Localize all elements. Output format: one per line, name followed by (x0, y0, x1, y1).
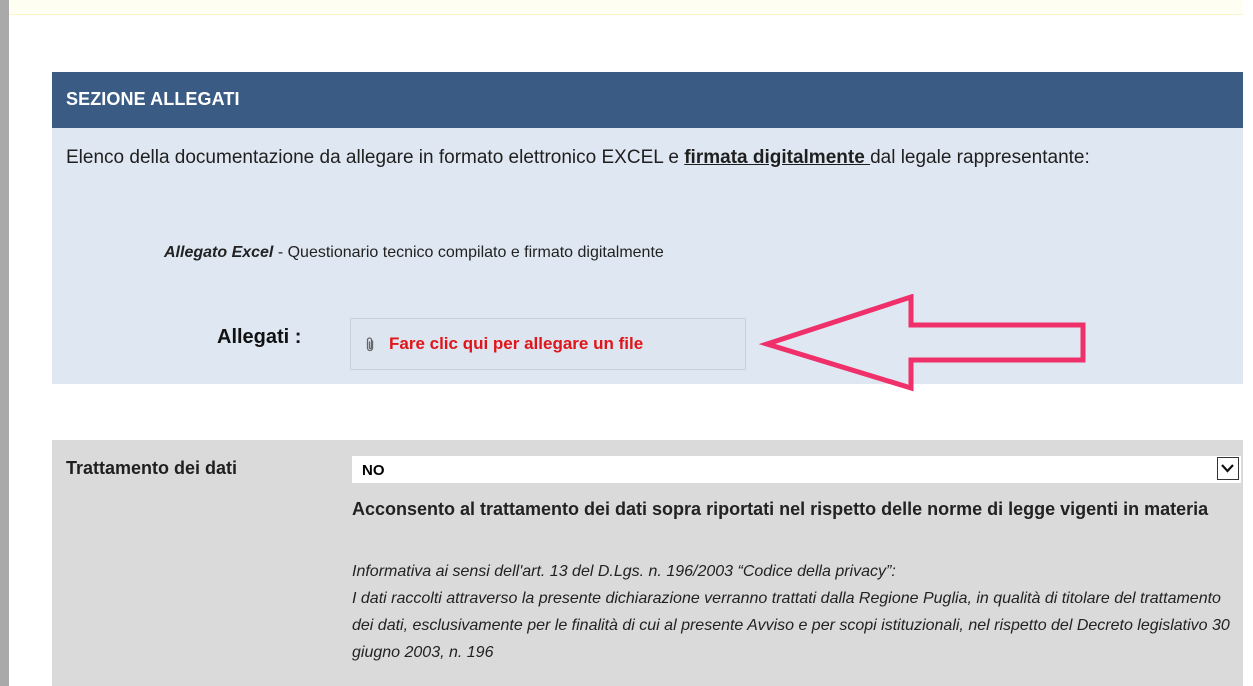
attach-file-button[interactable]: Fare clic qui per allegare un file (350, 318, 746, 370)
intro-before: Elenco della documentazione da allegare … (66, 147, 685, 168)
attachments-label: Allegati : (217, 326, 302, 348)
attachment-item-desc: - Questionario tecnico compilato e firma… (273, 244, 664, 261)
privacy-consent-value: NO (362, 462, 385, 479)
chevron-down-icon[interactable] (1217, 457, 1239, 480)
privacy-notice-heading: Informativa ai sensi dell'art. 13 del D.… (352, 563, 896, 580)
privacy-label: Trattamento dei dati (66, 458, 238, 478)
attachment-item: Allegato Excel - Questionario tecnico co… (164, 244, 664, 262)
consent-text: Acconsento al trattamento dei dati sopra… (352, 499, 1209, 519)
privacy-notice-body: I dati raccolti attraverso la presente d… (352, 590, 1230, 661)
left-gutter (0, 0, 9, 686)
intro-text: Elenco della documentazione da allegare … (66, 142, 1216, 174)
intro-emphasis: firmata digitalmente (684, 147, 871, 168)
privacy-notice: Informativa ai sensi dell'art. 13 del D.… (352, 558, 1232, 666)
section-title: SEZIONE ALLEGATI (66, 89, 240, 109)
arrow-left-icon (758, 294, 1086, 392)
privacy-section: Trattamento dei dati NO Acconsento al tr… (52, 440, 1243, 686)
intro-after: dal legale rappresentante: (870, 147, 1090, 168)
top-strip (9, 0, 1243, 15)
paperclip-icon (364, 336, 376, 358)
section-header: SEZIONE ALLEGATI (52, 72, 1243, 128)
attach-file-link[interactable]: Fare clic qui per allegare un file (389, 334, 643, 354)
privacy-consent-select[interactable]: NO (352, 456, 1241, 483)
attachment-item-title: Allegato Excel (164, 244, 274, 261)
